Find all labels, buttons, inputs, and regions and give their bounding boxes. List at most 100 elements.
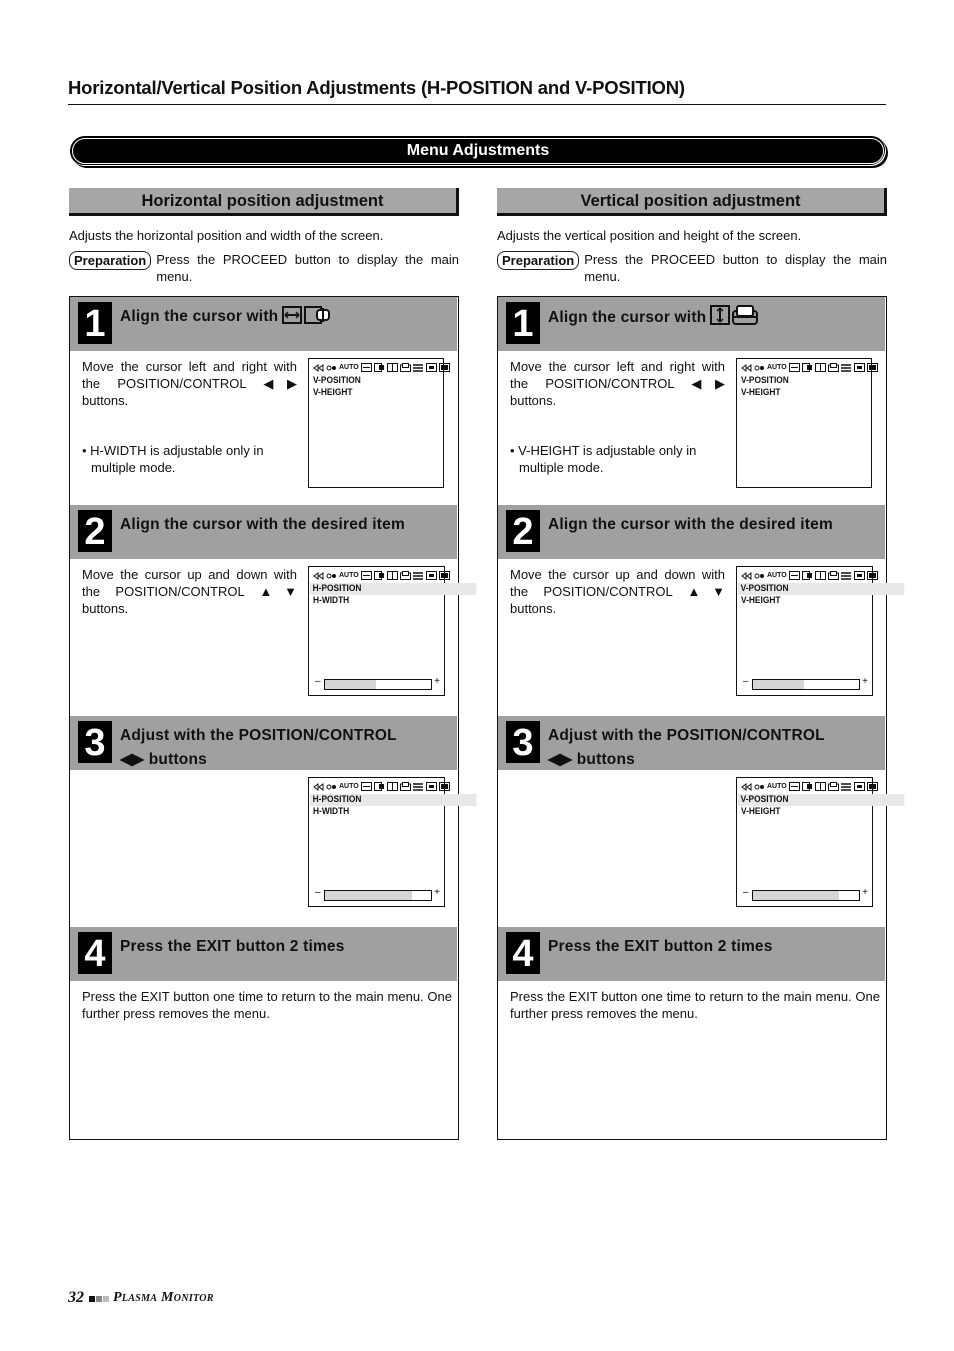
auto-label: AUTO [767,571,787,579]
step-number: 2 [506,510,540,553]
step-instructions: Press the EXIT button one time to return… [82,989,452,1021]
volume-icon [313,363,324,372]
osd-menu-item[interactable]: H-POSITION [310,583,477,595]
screen-icon [425,362,437,372]
settings-icon [412,363,423,372]
settings-icon [412,571,423,580]
step-instructions: Move the cursor up and down with the POS… [82,567,297,616]
step-title: Align the cursor with the desired item [548,513,877,537]
slider-track[interactable] [324,890,432,901]
v-position-icon [386,781,398,791]
step-title-text: Adjust with the POSITION/CONTROL [548,727,825,744]
step-note: • V-HEIGHT is adjustable only in multipl… [510,443,697,475]
v-height-icon [827,362,839,372]
step-title: Align the cursor with [548,305,877,330]
step-header: 1 Align the cursor with [498,297,885,351]
step-number: 3 [506,721,540,764]
step-title-line2: ◀▶ buttons [548,751,635,768]
step-title: Press the EXIT button 2 times [548,935,877,959]
minus-icon: – [315,887,321,898]
preparation-badge: Preparation [69,251,152,270]
mode-icon [438,570,450,580]
mode-icon [866,781,878,791]
mode-icon [866,570,878,580]
page-number: 32 [68,1289,84,1306]
osd-menu-screen: AUTO H-POSITION H-WIDTH – + [308,566,477,696]
mode-icon [866,362,878,372]
h-width-icon [373,781,384,791]
osd-adjust-slider[interactable]: – + [315,676,440,690]
settings-icon [412,782,423,791]
osd-menu-item[interactable]: V-POSITION [738,583,905,595]
h-width-icon [304,306,331,324]
osd-icon-bar: AUTO [741,362,878,372]
steps-panel: 1 Align the cursor with Move the cursor le… [69,296,477,1140]
osd-menu-screen: AUTO V-POSITION V-HEIGHT – + [736,777,905,907]
slider-fill [753,680,804,689]
step-title-icons [710,305,759,325]
slider-track[interactable] [752,890,860,901]
step-title-text: Align the cursor with [548,309,707,326]
title-divider [68,104,886,105]
step-title-text: Press the EXIT button 2 times [548,938,773,955]
osd-menu-item[interactable]: V-HEIGHT [741,387,855,399]
v-position-icon [710,305,731,325]
step-number: 4 [506,932,540,975]
v-height-icon [399,362,411,372]
osd-adjust-slider[interactable]: – + [743,887,868,901]
osd-menu-item[interactable]: H-WIDTH [313,595,428,607]
h-position-icon [360,570,372,580]
osd-adjust-slider[interactable]: – + [743,676,868,690]
plus-icon: + [434,676,440,687]
osd-menu-item[interactable]: V-POSITION [313,375,427,387]
step-header: 3 Adjust with the POSITION/CONTROL ◀▶ butt… [70,716,457,770]
step-title-text: Press the EXIT button 2 times [120,938,345,955]
step-header: 4 Press the EXIT button 2 times [70,927,457,981]
osd-menu-item[interactable]: V-HEIGHT [741,806,856,818]
step-title-line2: ◀▶ buttons [120,751,207,768]
osd-adjust-slider[interactable]: – + [315,887,440,901]
osd-menu-screen: AUTO H-POSITION H-WIDTH – + [308,777,477,907]
slider-fill [753,891,839,900]
osd-menu-item[interactable]: H-POSITION [310,794,477,806]
step-instructions: Move the cursor left and right with the … [82,359,297,408]
audio-icon [326,365,336,370]
h-width-icon [801,570,812,580]
v-position-icon [814,781,826,791]
osd-menu-item[interactable]: H-WIDTH [313,806,428,818]
steps-panel: 1 Align the cursor with Move the cursor le… [497,296,905,1140]
audio-icon [754,573,764,578]
slider-fill [325,891,412,900]
volume-icon [313,782,324,791]
h-width-icon [373,570,384,580]
step-number: 1 [78,302,112,345]
step-number: 3 [78,721,112,764]
footer-squares [88,1289,109,1307]
step-header: 4 Press the EXIT button 2 times [498,927,885,981]
auto-label: AUTO [767,782,787,790]
step-header: 1 Align the cursor with [70,297,457,351]
osd-menu-item[interactable]: V-POSITION [738,794,905,806]
minus-icon: – [743,887,749,898]
osd-menu-item[interactable]: V-HEIGHT [741,595,856,607]
screen-icon [425,570,437,580]
osd-icon-bar: AUTO [313,570,450,580]
step-instructions: Move the cursor left and right with the … [510,359,725,408]
horizontal-adjustment-column: Horizontal position adjustment Adjusts th… [69,188,477,1140]
preparation-text: Press the PROCEED button to display the … [156,252,459,284]
osd-menu-item[interactable]: V-POSITION [741,375,855,387]
slider-track[interactable] [324,679,432,690]
osd-menu-item[interactable]: V-HEIGHT [313,387,427,399]
volume-icon [741,363,752,372]
screen-icon [853,781,865,791]
slider-track[interactable] [752,679,860,690]
h-position-icon [360,362,372,372]
v-position-icon [814,570,826,580]
step-instructions: Press the EXIT button one time to return… [510,989,880,1021]
osd-icon-bar: AUTO [741,781,878,791]
h-width-icon [373,362,384,372]
step-instructions: Move the cursor up and down with the POS… [510,567,725,616]
mode-icon [438,781,450,791]
osd-icon-bar: AUTO [313,781,450,791]
mode-icon [438,362,450,372]
